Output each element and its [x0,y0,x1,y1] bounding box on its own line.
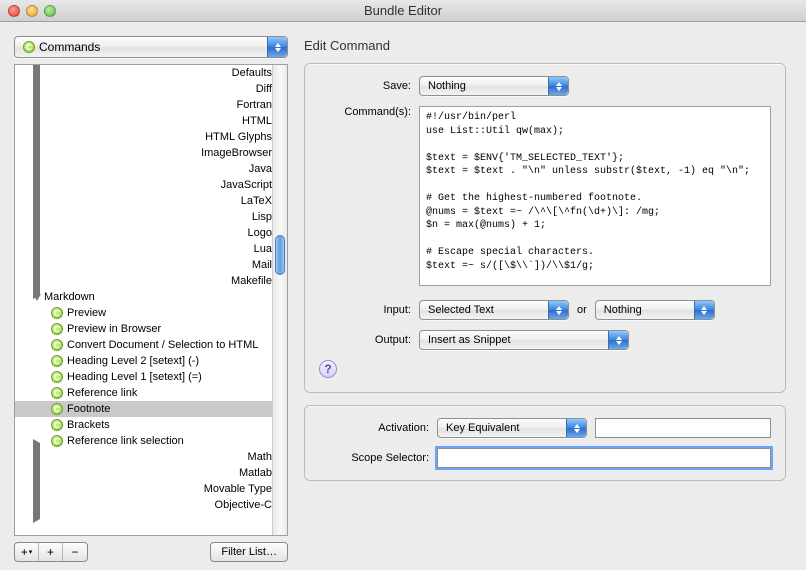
remove-button[interactable]: − [63,543,87,561]
tree-scroll-area[interactable]: DefaultsDiffFortranHTMLHTML GlyphsImageB… [15,65,272,535]
commands-label: Command(s): [319,106,411,118]
tree-scrollbar[interactable] [272,65,287,535]
tree-folder-label: Diff [256,83,272,95]
or-label: or [577,304,587,316]
tree-item[interactable]: C Brackets [15,417,272,433]
tree-folder-label: Lua [254,243,272,255]
add-remove-segment: +▾ + − [14,542,88,562]
disclosure-triangle-icon[interactable] [33,294,41,301]
scope-selector-label: Scope Selector: [319,452,429,464]
tree-folder[interactable]: Objective-C [15,497,272,513]
tree-item-label: Heading Level 1 [setext] (=) [67,371,202,383]
activation-group: Activation: Key Equivalent Scope Selecto… [304,405,786,481]
tree-folder-label: Mail [252,259,272,271]
tree-item-label: Preview in Browser [67,323,161,335]
command-bead-icon: C [51,355,63,367]
command-bead-icon: C [51,307,63,319]
dropdown-arrows-icon [548,301,568,319]
dropdown-arrows-icon [267,37,287,57]
tree-item[interactable]: C Footnote [15,401,272,417]
tree-item-label: Heading Level 2 [setext] (-) [67,355,199,367]
tree-folder-label: Movable Type [204,483,272,495]
tree-item-label: Footnote [67,403,110,415]
tree-folder-label: Matlab [239,467,272,479]
tree-item[interactable]: C Convert Document / Selection to HTML [15,337,272,353]
bundle-type-select[interactable]: C Commands [14,36,288,58]
tree-folder-label: Fortran [237,99,272,111]
activation-select[interactable]: Key Equivalent [437,418,587,438]
right-panel: Edit Command Save: Nothing Command(s): #… [288,22,806,570]
tree-folder-label: Makefile [231,275,272,287]
command-bead-icon: C [51,323,63,335]
tree-folder-label: HTML Glyphs [205,131,272,143]
tree-folder[interactable]: Makefile [15,273,272,289]
command-bead-icon: C [51,403,63,415]
window-title: Bundle Editor [0,3,806,18]
save-select[interactable]: Nothing [419,76,569,96]
command-bead-icon: C [23,41,35,53]
activation-key-input[interactable] [595,418,771,438]
tree-item[interactable]: C Preview [15,305,272,321]
disclosure-triangle-icon[interactable] [33,487,212,523]
filter-list-button[interactable]: Filter List… [210,542,288,562]
tree-folder-label: Java [249,163,272,175]
tree-item-label: Preview [67,307,106,319]
tree-folder-label: Lisp [252,211,272,223]
activation-label: Activation: [319,422,429,434]
command-bead-icon: C [51,371,63,383]
left-panel: C Commands DefaultsDiffFortranHTMLHTML G… [0,22,288,570]
output-select[interactable]: Insert as Snippet [419,330,629,350]
scrollbar-thumb[interactable] [275,235,285,275]
input-fallback-select[interactable]: Nothing [595,300,715,320]
window-titlebar: Bundle Editor [0,0,806,22]
add-button[interactable]: + [39,543,63,561]
tree-item-label: Convert Document / Selection to HTML [67,339,258,351]
input-label: Input: [319,304,411,316]
input-select[interactable]: Selected Text [419,300,569,320]
dropdown-arrows-icon [608,331,628,349]
tree-item[interactable]: C Heading Level 2 [setext] (-) [15,353,272,369]
tree-folder-label: HTML [242,115,272,127]
dropdown-arrows-icon [566,419,586,437]
output-label: Output: [319,334,411,346]
help-button[interactable]: ? [319,360,337,378]
command-bead-icon: C [51,387,63,399]
tree-item-label: Brackets [67,419,110,431]
add-menu-button[interactable]: +▾ [15,543,39,561]
tree-item[interactable]: C Preview in Browser [15,321,272,337]
tree-item[interactable]: C Heading Level 1 [setext] (=) [15,369,272,385]
tree-folder-label: Logo [248,227,272,239]
command-bead-icon: C [51,339,63,351]
tree-folder-label: Markdown [44,291,95,303]
command-textarea[interactable]: #!/usr/bin/perl use List::Util qw(max); … [419,106,771,286]
scope-selector-input[interactable] [437,448,771,468]
dropdown-arrows-icon [694,301,714,319]
save-label: Save: [319,80,411,92]
dropdown-arrows-icon [548,77,568,95]
bundle-type-select-label: Commands [39,40,100,54]
tree-item-label: Reference link [67,387,137,399]
edit-command-header: Edit Command [304,38,786,53]
tree-folder-label: Math [248,451,272,463]
bundle-tree: DefaultsDiffFortranHTMLHTML GlyphsImageB… [14,64,288,536]
tree-folder-label: Objective-C [215,499,272,511]
command-bead-icon: C [51,419,63,431]
command-group: Save: Nothing Command(s): #!/usr/bin/per… [304,63,786,393]
tree-item[interactable]: C Reference link [15,385,272,401]
